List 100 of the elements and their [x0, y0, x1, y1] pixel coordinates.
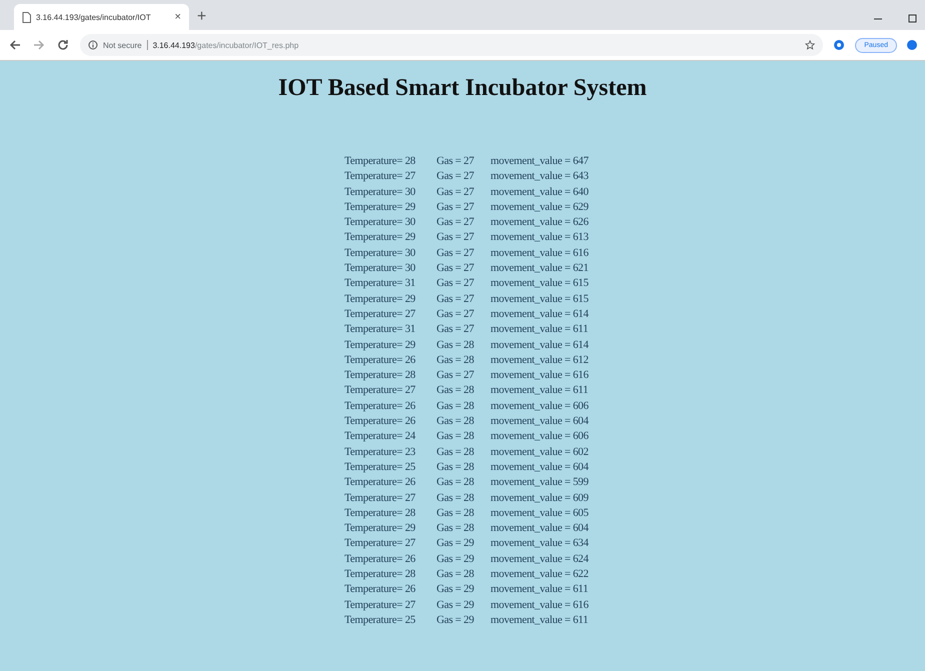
movement-reading: movement_value = 606: [490, 429, 590, 444]
temperature-reading: Temperature= 27: [344, 598, 416, 613]
gas-reading: Gas = 28: [436, 567, 475, 582]
movement-reading: movement_value = 614: [490, 306, 590, 322]
gas-reading: Gas = 27: [436, 368, 475, 384]
security-label: Not secure: [103, 40, 142, 50]
temperature-reading: Temperature= 29: [344, 521, 416, 536]
movement-reading: movement_value = 616: [490, 246, 590, 261]
temperature-reading: Temperature= 26: [344, 552, 416, 567]
temperature-reading: Temperature= 28: [344, 368, 416, 384]
tab-close-button[interactable]: ×: [174, 11, 181, 23]
temperature-reading: Temperature= 31: [344, 322, 416, 338]
gas-reading: Gas = 27: [436, 246, 475, 261]
gas-reading: Gas = 28: [436, 521, 475, 536]
movement-reading: movement_value = 624: [490, 552, 590, 567]
movement-reading: movement_value = 640: [490, 184, 590, 200]
temperature-reading: Temperature= 31: [344, 276, 416, 292]
gas-reading: Gas = 29: [436, 612, 475, 628]
gas-reading: Gas = 28: [436, 352, 475, 368]
gas-reading: Gas = 29: [436, 598, 475, 613]
movement-reading: movement_value = 615: [490, 276, 590, 292]
temperature-reading: Temperature= 27: [344, 536, 416, 552]
temperature-reading: Temperature= 26: [344, 398, 416, 414]
temperature-reading: Temperature= 23: [344, 444, 416, 460]
movement-reading: movement_value = 647: [490, 154, 590, 169]
movement-reading: movement_value = 626: [490, 215, 590, 230]
gas-reading: Gas = 29: [436, 536, 475, 552]
gas-reading: Gas = 27: [436, 292, 475, 307]
movement-reading: movement_value = 629: [490, 200, 590, 215]
avatar-icon[interactable]: [907, 40, 917, 50]
gas-reading: Gas = 27: [436, 322, 475, 338]
movement-reading: movement_value = 614: [490, 338, 590, 353]
extension-icon[interactable]: [833, 39, 846, 51]
address-bar[interactable]: Not secure 3.16.44.193/gates/incubator/IOT_res.php: [80, 34, 824, 56]
browser-tab[interactable]: 3.16.44.193/gates/incubator/IOT ×: [14, 4, 189, 30]
temperature-reading: Temperature= 30: [344, 184, 416, 200]
page-title: IOT Based Smart Incubator System: [278, 75, 647, 102]
reload-icon[interactable]: [56, 38, 70, 52]
gas-reading: Gas = 27: [436, 154, 475, 169]
movement-reading: movement_value = 643: [490, 169, 590, 184]
temperature-reading: Temperature= 27: [344, 383, 416, 398]
temperature-reading: Temperature= 26: [344, 352, 416, 368]
movement-reading: movement_value = 604: [490, 521, 590, 536]
gas-reading: Gas = 28: [436, 414, 475, 430]
movement-reading: movement_value = 634: [490, 536, 590, 552]
back-icon[interactable]: [8, 38, 22, 52]
gas-reading: Gas = 27: [436, 230, 475, 246]
movement-reading: movement_value = 605: [490, 506, 590, 521]
gas-reading: Gas = 27: [436, 200, 475, 215]
movement-reading: movement_value = 615: [490, 292, 590, 307]
movement-reading: movement_value = 622: [490, 567, 590, 582]
movement-reading: movement_value = 616: [490, 598, 590, 613]
temperature-reading: Temperature= 26: [344, 414, 416, 430]
gas-reading: Gas = 29: [436, 582, 475, 598]
movement-reading: movement_value = 611: [490, 612, 590, 628]
temperature-reading: Temperature= 26: [344, 475, 416, 490]
gas-reading: Gas = 28: [436, 506, 475, 521]
movement-reading: movement_value = 606: [490, 398, 590, 414]
info-icon[interactable]: [88, 40, 98, 50]
temperature-reading: Temperature= 28: [344, 154, 416, 169]
temperature-reading: Temperature= 27: [344, 490, 416, 506]
temperature-reading: Temperature= 27: [344, 169, 416, 184]
movement-reading: movement_value = 611: [490, 322, 590, 338]
temperature-reading: Temperature= 25: [344, 460, 416, 475]
temperature-reading: Temperature= 24: [344, 429, 416, 444]
temperature-reading: Temperature= 29: [344, 338, 416, 353]
movement-reading: movement_value = 621: [490, 261, 590, 276]
gas-reading: Gas = 27: [436, 306, 475, 322]
gas-reading: Gas = 27: [436, 169, 475, 184]
temperature-reading: Temperature= 30: [344, 215, 416, 230]
gas-reading: Gas = 28: [436, 429, 475, 444]
temperature-reading: Temperature= 27: [344, 306, 416, 322]
gas-reading: Gas = 28: [436, 383, 475, 398]
temperature-reading: Temperature= 30: [344, 246, 416, 261]
new-tab-button[interactable]: +: [197, 8, 206, 26]
movement-reading: movement_value = 611: [490, 582, 590, 598]
movement-reading: movement_value = 599: [490, 475, 590, 490]
movement-reading: movement_value = 604: [490, 414, 590, 430]
temperature-reading: Temperature= 29: [344, 292, 416, 307]
movement-reading: movement_value = 602: [490, 444, 590, 460]
temperature-reading: Temperature= 26: [344, 582, 416, 598]
gas-reading: Gas = 27: [436, 215, 475, 230]
gas-reading: Gas = 27: [436, 261, 475, 276]
gas-reading: Gas = 28: [436, 398, 475, 414]
movement-reading: movement_value = 616: [490, 368, 590, 384]
movement-reading: movement_value = 611: [490, 383, 590, 398]
gas-reading: Gas = 27: [436, 184, 475, 200]
temperature-reading: Temperature= 25: [344, 612, 416, 628]
movement-reading: movement_value = 613: [490, 230, 590, 246]
gas-reading: Gas = 28: [436, 490, 475, 506]
temperature-reading: Temperature= 30: [344, 261, 416, 276]
temperature-reading: Temperature= 29: [344, 200, 416, 215]
star-icon[interactable]: [805, 40, 816, 50]
gas-reading: Gas = 28: [436, 444, 475, 460]
gas-reading: Gas = 28: [436, 460, 475, 475]
url-text: 3.16.44.193/gates/incubator/IOT_res.php: [152, 40, 299, 50]
movement-reading: movement_value = 609: [490, 490, 590, 506]
temperature-reading: Temperature= 28: [344, 567, 416, 582]
gas-reading: Gas = 29: [436, 552, 475, 567]
movement-reading: movement_value = 612: [490, 352, 590, 368]
